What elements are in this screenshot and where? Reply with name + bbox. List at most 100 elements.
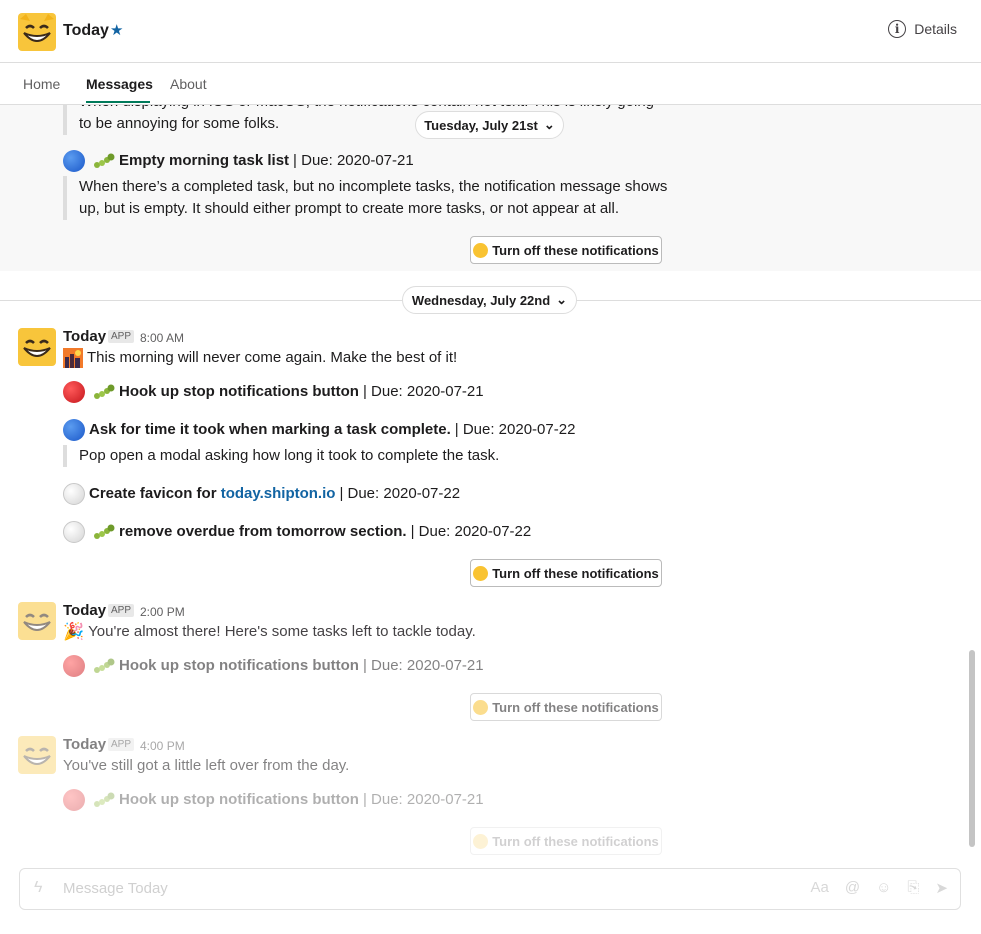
- shushing-face-icon: [473, 699, 489, 715]
- favicon-link[interactable]: today.shipton.io: [221, 485, 336, 502]
- channel-title[interactable]: Today: [63, 22, 109, 40]
- shushing-face-icon: [473, 565, 489, 581]
- task-due: | Due: 2020-07-21: [293, 152, 414, 169]
- info-icon: i: [888, 20, 907, 38]
- task-title: Hook up stop notifications button: [119, 383, 359, 400]
- details-label: Details: [914, 21, 957, 37]
- sender-name[interactable]: Today: [63, 328, 106, 345]
- caterpillar-icon: [94, 384, 115, 399]
- turn-off-notifications-button[interactable]: Turn off these notifications: [470, 693, 662, 721]
- white-circle-icon: [63, 521, 85, 543]
- message-text: You've still got a little left over from…: [63, 757, 350, 774]
- shortcuts-bolt-icon[interactable]: ϟ: [34, 879, 42, 897]
- message-body: This morning will never come again. Make…: [87, 349, 458, 366]
- task-due: | Due: 2020-07-22: [339, 485, 461, 502]
- tab-home[interactable]: Home: [23, 76, 60, 92]
- tab-messages[interactable]: Messages: [86, 76, 153, 92]
- task-item: remove overdue from tomorrow section. | …: [63, 521, 531, 543]
- button-label: Turn off these notifications: [492, 242, 659, 258]
- quote-line: up, but is empty. It should either promp…: [79, 200, 619, 217]
- sender-name[interactable]: Today: [63, 602, 106, 619]
- task-item: Create favicon for today.shipton.io | Du…: [63, 483, 460, 505]
- task-title: Empty morning task list: [119, 152, 290, 169]
- turn-off-notifications-button[interactable]: Turn off these notifications: [470, 559, 662, 587]
- task-title-text: Create favicon for: [89, 485, 221, 502]
- task-title: remove overdue from tomorrow section.: [119, 523, 407, 540]
- caterpillar-icon: [94, 658, 115, 673]
- caterpillar-icon: [94, 524, 115, 539]
- message-text: This morning will never come again. Make…: [63, 347, 457, 369]
- date-divider-pill[interactable]: Wednesday, July 22nd ⌄: [402, 286, 577, 314]
- chevron-down-icon: ⌄: [556, 292, 568, 307]
- task-item: Empty morning task list | Due: 2020-07-2…: [63, 150, 414, 172]
- message-input[interactable]: Message Today: [63, 880, 168, 897]
- task-title: Hook up stop notifications button: [119, 657, 359, 674]
- app-badge: APP: [108, 604, 135, 617]
- sender-avatar[interactable]: [18, 602, 56, 640]
- date-divider-pill[interactable]: Tuesday, July 21st ⌄: [415, 111, 564, 139]
- app-badge: APP: [108, 738, 135, 751]
- button-label: Turn off these notifications: [492, 699, 659, 715]
- app-avatar[interactable]: [18, 13, 56, 51]
- task-description: When there’s a completed task, but no in…: [63, 176, 667, 220]
- quote-line: to be annoying for some folks.: [79, 115, 280, 132]
- task-item: Ask for time it took when marking a task…: [63, 419, 575, 441]
- star-icon[interactable]: ★: [110, 21, 123, 39]
- quote-line: When displaying in iOS or MacOS, the not…: [79, 105, 654, 113]
- sender-name[interactable]: Today: [63, 736, 106, 753]
- red-circle-icon: [63, 381, 85, 403]
- message-timestamp[interactable]: 4:00 PM: [140, 739, 185, 753]
- composer-toolbar: Aa @ ☺ ⎘ ➤: [810, 879, 948, 897]
- quote-line: Pop open a modal asking how long it took…: [79, 447, 500, 464]
- date-label: Tuesday, July 21st: [424, 117, 538, 133]
- task-due: | Due: 2020-07-21: [362, 383, 484, 400]
- red-circle-icon: [63, 789, 85, 811]
- party-popper-icon: 🎉: [63, 622, 85, 641]
- send-icon[interactable]: ➤: [935, 879, 948, 897]
- message-timestamp[interactable]: 8:00 AM: [140, 331, 184, 345]
- white-circle-icon: [63, 483, 85, 505]
- task-item: Hook up stop notifications button | Due:…: [63, 381, 484, 403]
- previous-task-description: When displaying in iOS or MacOS, the not…: [63, 105, 654, 135]
- sender-avatar[interactable]: [18, 736, 56, 774]
- quote-line: When there’s a completed task, but no in…: [79, 178, 668, 195]
- task-title: Create favicon for today.shipton.io: [89, 483, 335, 505]
- caterpillar-icon: [94, 792, 115, 807]
- sunrise-city-icon: [63, 348, 83, 368]
- task-due: | Due: 2020-07-21: [362, 791, 484, 808]
- formatting-icon[interactable]: Aa: [810, 879, 828, 897]
- turn-off-notifications-button[interactable]: Turn off these notifications: [470, 827, 662, 855]
- emoji-icon[interactable]: ☺: [876, 879, 891, 897]
- turn-off-notifications-button[interactable]: Turn off these notifications: [470, 236, 662, 264]
- task-title: Ask for time it took when marking a task…: [89, 421, 451, 438]
- message-body: You're almost there! Here's some tasks l…: [88, 623, 476, 640]
- task-due: | Due: 2020-07-22: [454, 421, 576, 438]
- message-timestamp[interactable]: 2:00 PM: [140, 605, 185, 619]
- tab-bar: Home Messages About: [0, 63, 981, 105]
- feed-scrollbar[interactable]: [969, 650, 975, 847]
- red-circle-icon: [63, 655, 85, 677]
- app-badge: APP: [108, 330, 135, 343]
- active-tab-indicator: [86, 101, 150, 103]
- task-item: Hook up stop notifications button | Due:…: [63, 789, 484, 811]
- task-item: Hook up stop notifications button | Due:…: [63, 655, 484, 677]
- task-due: | Due: 2020-07-22: [410, 523, 532, 540]
- shushing-face-icon: [473, 833, 489, 849]
- shushing-face-icon: [473, 242, 489, 258]
- button-label: Turn off these notifications: [492, 833, 659, 849]
- message-composer[interactable]: ϟ Message Today Aa @ ☺ ⎘ ➤: [19, 868, 961, 910]
- mention-icon[interactable]: @: [845, 879, 860, 897]
- sender-avatar[interactable]: [18, 328, 56, 366]
- channel-header: Today ★ i Details: [0, 0, 981, 63]
- details-button[interactable]: i Details: [888, 20, 957, 38]
- message-feed[interactable]: When displaying in iOS or MacOS, the not…: [0, 105, 981, 857]
- blue-circle-icon: [63, 150, 85, 172]
- task-description: Pop open a modal asking how long it took…: [63, 445, 499, 467]
- tab-about[interactable]: About: [170, 76, 207, 92]
- message-text: 🎉 You're almost there! Here's some tasks…: [63, 621, 476, 643]
- caterpillar-icon: [94, 153, 115, 168]
- task-title: Hook up stop notifications button: [119, 791, 359, 808]
- task-due: | Due: 2020-07-21: [362, 657, 484, 674]
- chevron-down-icon: ⌄: [543, 117, 555, 132]
- attachment-icon[interactable]: ⎘: [907, 879, 919, 897]
